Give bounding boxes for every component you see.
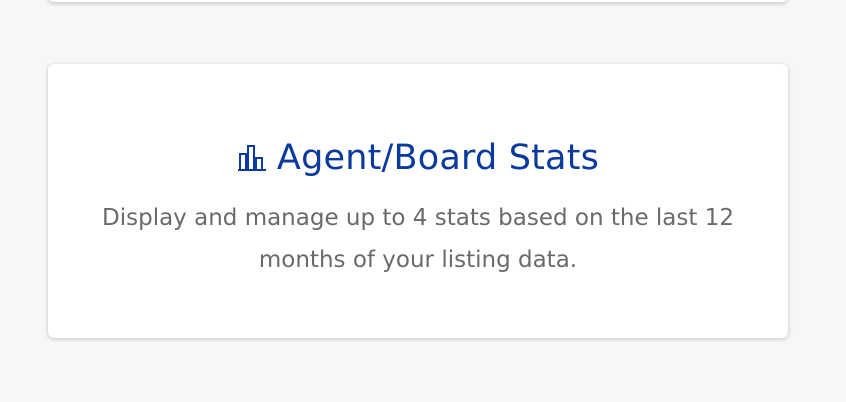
card-title: Agent/Board Stats <box>276 138 600 178</box>
page: Agent/Board Stats Display and manage up … <box>0 0 846 402</box>
agent-board-stats-card[interactable]: Agent/Board Stats Display and manage up … <box>48 64 788 338</box>
card-title-row: Agent/Board Stats <box>48 134 788 182</box>
bar-chart-icon <box>237 143 267 173</box>
previous-card[interactable] <box>48 0 788 2</box>
card-description: Display and manage up to 4 stats based o… <box>102 205 734 273</box>
